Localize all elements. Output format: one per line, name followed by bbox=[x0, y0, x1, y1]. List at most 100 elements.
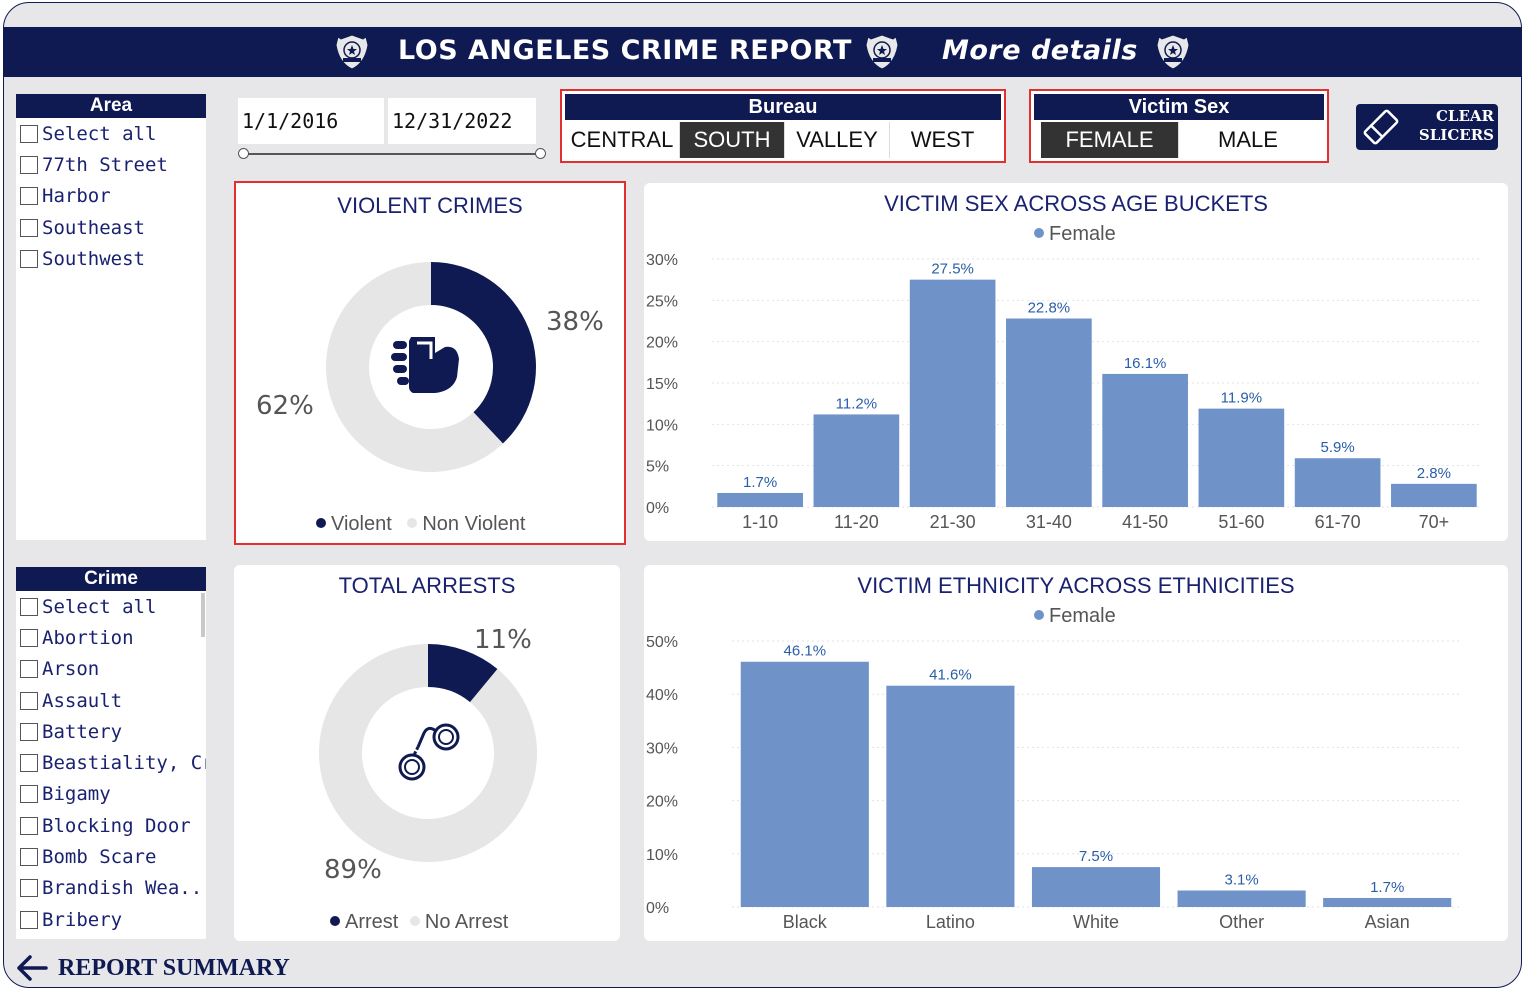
bar-70+[interactable] bbox=[1391, 483, 1477, 507]
checkbox[interactable] bbox=[20, 910, 38, 929]
report-summary-link[interactable]: REPORT SUMMARY bbox=[16, 953, 290, 983]
legend-label: Violent bbox=[331, 513, 392, 535]
crime-option[interactable]: Abortion bbox=[16, 622, 206, 653]
bar-21-30[interactable] bbox=[909, 279, 996, 507]
bar-51-60[interactable] bbox=[1198, 408, 1285, 507]
report-frame: LOS ANGELES CRIME REPORT More details Ar… bbox=[3, 2, 1522, 988]
area-option[interactable]: Select all bbox=[16, 118, 206, 149]
area-option[interactable]: Southeast bbox=[16, 212, 206, 243]
x-tick-label: 61-70 bbox=[1315, 512, 1361, 532]
legend-dot bbox=[316, 517, 326, 528]
y-tick-label: 5% bbox=[646, 459, 669, 476]
checkbox[interactable] bbox=[20, 785, 38, 804]
area-slicer-list: Select all 77th Street Harbor Southeast … bbox=[16, 118, 206, 540]
y-tick-label: 50% bbox=[646, 634, 678, 651]
checkbox[interactable] bbox=[20, 124, 38, 143]
bureau-option-south[interactable]: SOUTH bbox=[680, 122, 785, 158]
crime-option[interactable]: Battery bbox=[16, 716, 206, 747]
date-slider-start-handle[interactable] bbox=[238, 148, 249, 159]
ethnicity-chart-card: VICTIM ETHNICITY ACROSS ETHNICITIES Fema… bbox=[644, 565, 1508, 941]
crime-option-label: Arson bbox=[42, 658, 100, 681]
checkbox[interactable] bbox=[20, 187, 38, 206]
data-label: 1.7% bbox=[743, 474, 777, 491]
violent-crimes-title: VIOLENT CRIMES bbox=[337, 193, 523, 218]
y-tick-label: 25% bbox=[646, 293, 678, 310]
area-option[interactable]: Harbor bbox=[16, 181, 206, 212]
x-tick-label: Latino bbox=[926, 912, 975, 932]
checkbox[interactable] bbox=[20, 816, 38, 835]
y-tick-label: 30% bbox=[646, 252, 678, 269]
legend-label: Arrest bbox=[345, 911, 399, 933]
y-tick-label: 30% bbox=[646, 740, 678, 757]
checkbox[interactable] bbox=[20, 722, 38, 741]
crime-option[interactable]: Assault bbox=[16, 685, 206, 716]
x-tick-label: Other bbox=[1219, 912, 1264, 932]
bureau-option-central[interactable]: CENTRAL bbox=[565, 122, 680, 158]
bureau-option-valley[interactable]: VALLEY bbox=[785, 122, 890, 158]
crime-option[interactable]: Brandish Wea... bbox=[16, 873, 206, 904]
crime-option[interactable]: Bomb Scare bbox=[16, 841, 206, 872]
victim-sex-option-male[interactable]: MALE bbox=[1179, 122, 1317, 158]
eraser-icon bbox=[1363, 109, 1399, 145]
checkbox[interactable] bbox=[20, 155, 38, 174]
area-option[interactable]: 77th Street bbox=[16, 149, 206, 180]
no-arrest-pct-label: 89% bbox=[324, 855, 382, 885]
data-label: 11.9% bbox=[1221, 390, 1262, 407]
x-tick-label: White bbox=[1073, 912, 1119, 932]
police-badge-icon bbox=[1156, 34, 1190, 70]
violent-crimes-card: VIOLENT CRIMES 38% 62% Violent Non Viole… bbox=[234, 181, 626, 545]
crime-option-label: Abortion bbox=[42, 626, 134, 649]
date-slider-end-handle[interactable] bbox=[535, 148, 546, 159]
start-date-input[interactable]: 1/1/2016 bbox=[238, 98, 384, 144]
bar-asian[interactable] bbox=[1323, 897, 1452, 907]
crime-option[interactable]: Select all bbox=[16, 591, 206, 622]
date-slider-track[interactable] bbox=[246, 153, 544, 155]
victim-sex-option-female[interactable]: FEMALE bbox=[1041, 122, 1179, 158]
end-date-input[interactable]: 12/31/2022 bbox=[388, 98, 536, 144]
bar-latino[interactable] bbox=[886, 685, 1015, 907]
police-badge-icon bbox=[865, 34, 899, 70]
checkbox[interactable] bbox=[20, 628, 38, 647]
bar-other[interactable] bbox=[1177, 890, 1306, 907]
total-arrests-title: TOTAL ARRESTS bbox=[338, 573, 516, 598]
checkbox[interactable] bbox=[20, 249, 38, 268]
crime-option-label: Blocking Door ... bbox=[42, 814, 206, 837]
more-details-link[interactable]: More details bbox=[942, 35, 1138, 66]
checkbox[interactable] bbox=[20, 218, 38, 237]
area-option-label: Southeast bbox=[42, 216, 145, 239]
crime-option[interactable]: Blocking Door ... bbox=[16, 810, 206, 841]
bar-61-70[interactable] bbox=[1294, 458, 1381, 507]
crime-option-label: Beastiality, Cri... bbox=[42, 752, 206, 775]
legend-dot bbox=[330, 915, 340, 926]
crime-option[interactable]: Bribery bbox=[16, 904, 206, 935]
clear-slicers-button[interactable]: CLEAR SLICERS bbox=[1356, 104, 1498, 150]
bar-black[interactable] bbox=[740, 661, 869, 907]
crime-option[interactable]: Bigamy bbox=[16, 779, 206, 810]
handcuffs-icon bbox=[398, 723, 460, 781]
checkbox[interactable] bbox=[20, 754, 38, 773]
bar-41-50[interactable] bbox=[1102, 373, 1188, 507]
data-label: 3.1% bbox=[1224, 872, 1258, 889]
crime-option-label: Select all bbox=[42, 595, 157, 618]
x-tick-label: Asian bbox=[1365, 912, 1410, 932]
crime-slicer-title: Crime bbox=[16, 567, 206, 591]
area-option[interactable]: Southwest bbox=[16, 243, 206, 274]
bar-31-40[interactable] bbox=[1006, 318, 1092, 507]
x-tick-label: 1-10 bbox=[742, 512, 778, 532]
crime-option[interactable]: Beastiality, Cri... bbox=[16, 747, 206, 778]
bar-white[interactable] bbox=[1031, 867, 1161, 907]
x-tick-label: 70+ bbox=[1419, 512, 1450, 532]
checkbox[interactable] bbox=[20, 879, 38, 898]
checkbox[interactable] bbox=[20, 691, 38, 710]
checkbox[interactable] bbox=[20, 597, 38, 616]
bar-11-20[interactable] bbox=[813, 414, 900, 507]
area-slicer-title: Area bbox=[16, 94, 206, 118]
checkbox[interactable] bbox=[20, 848, 38, 867]
ethnicity-bar-chart: 0% 10% 20% 30% 40% 50% 46.1% Black 41.6% Latino 7.… bbox=[646, 634, 1460, 932]
bar-1-10[interactable] bbox=[717, 492, 803, 507]
bureau-option-west[interactable]: WEST bbox=[890, 122, 995, 158]
crime-option-label: Battery bbox=[42, 720, 123, 743]
clear-label-line1: CLEAR bbox=[1435, 107, 1494, 125]
crime-option[interactable]: Arson bbox=[16, 654, 206, 685]
checkbox[interactable] bbox=[20, 660, 38, 679]
